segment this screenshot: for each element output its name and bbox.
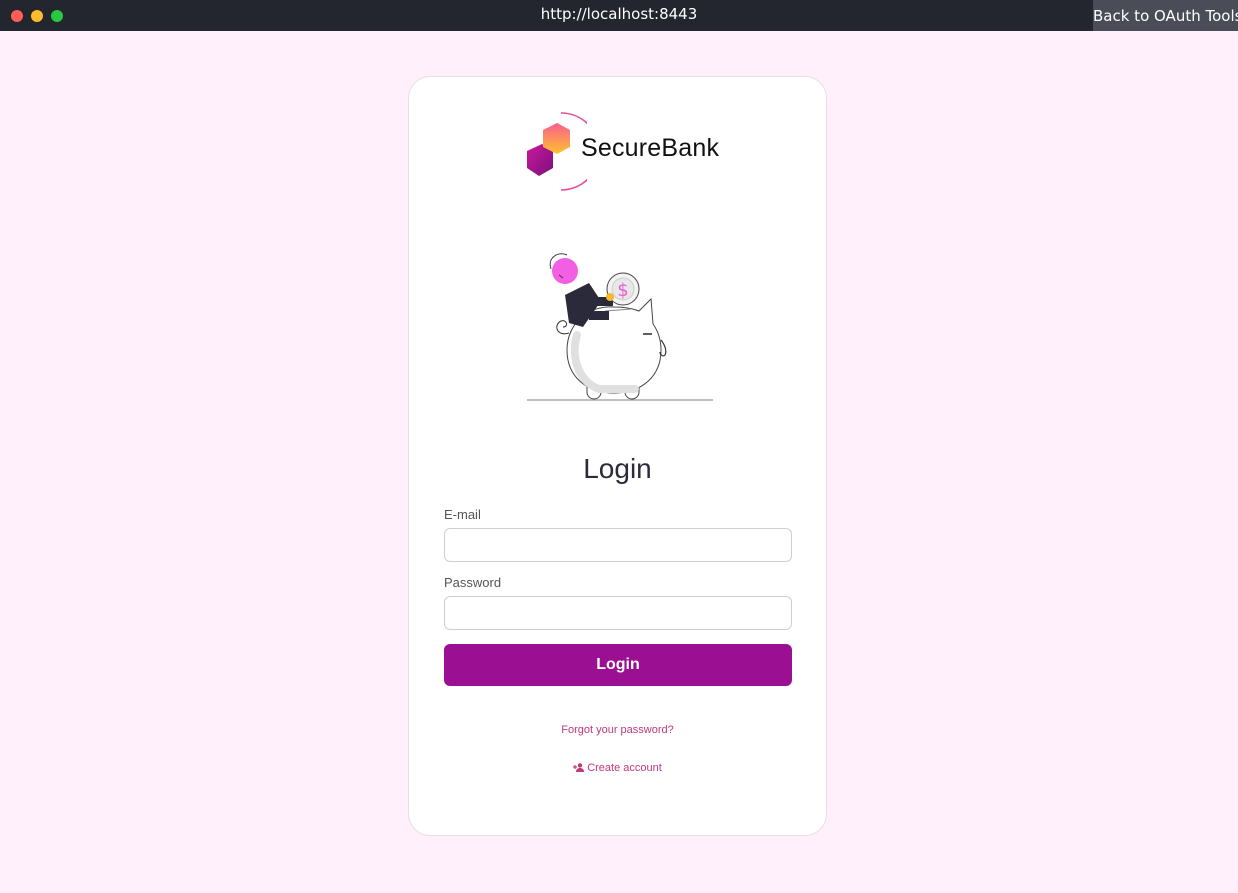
forgot-password-link[interactable]: Forgot your password?	[409, 724, 826, 736]
forgot-password-label[interactable]: Forgot your password?	[561, 724, 674, 736]
securebank-logo: SecureBank	[517, 110, 720, 192]
window-titlebar: http://localhost:8443 Back to OAuth Tool…	[0, 0, 1238, 31]
email-label: E-mail	[444, 507, 481, 522]
password-field[interactable]	[444, 596, 792, 630]
login-title: Login	[583, 453, 652, 484]
create-account-label[interactable]: Create account	[587, 762, 662, 774]
svg-text:$: $	[617, 280, 628, 301]
securebank-logo-icon	[527, 112, 601, 191]
create-account-link[interactable]: Create account	[409, 762, 826, 774]
login-card: SecureBank $ Login E-mail Password Login…	[408, 76, 827, 836]
address-url: http://localhost:8443	[540, 5, 698, 23]
login-button[interactable]: Login	[444, 644, 792, 686]
password-label: Password	[444, 575, 502, 590]
brand-name: SecureBank	[581, 134, 720, 162]
add-user-icon	[573, 763, 585, 772]
email-field[interactable]	[444, 528, 792, 562]
piggy-bank-illustration: $	[527, 253, 713, 401]
back-to-oauth-tools-button[interactable]: Back to OAuth Tools	[1093, 0, 1238, 31]
